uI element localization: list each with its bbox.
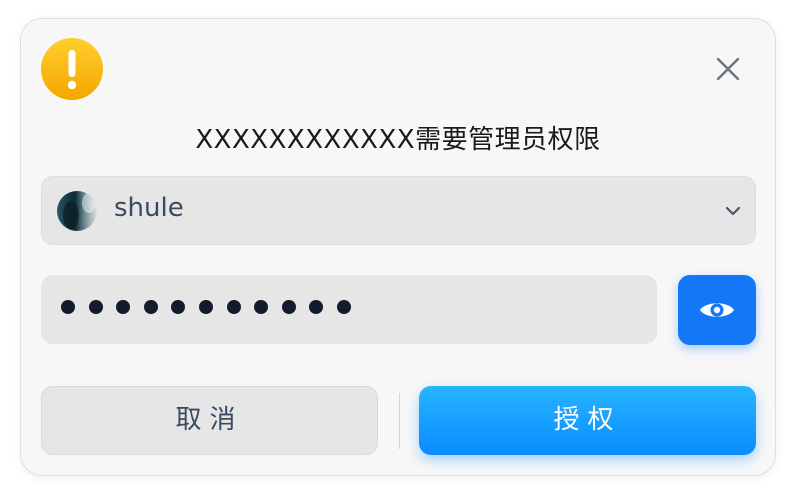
chevron-down-icon xyxy=(725,206,741,216)
auth-dialog: XXXXXXXXXXXX需要管理员权限 shule 取消 授权 xyxy=(20,18,776,476)
eye-icon xyxy=(700,303,734,317)
avatar xyxy=(57,191,97,231)
user-select[interactable]: shule xyxy=(41,176,756,245)
password-mask xyxy=(61,300,351,314)
cancel-button[interactable]: 取消 xyxy=(41,386,378,455)
toggle-password-visibility-button[interactable] xyxy=(678,275,756,345)
dialog-title: XXXXXXXXXXXX需要管理员权限 xyxy=(195,125,601,155)
close-button[interactable] xyxy=(713,54,743,84)
close-icon xyxy=(716,57,740,81)
authorize-button[interactable]: 授权 xyxy=(419,386,756,455)
button-divider xyxy=(399,393,400,449)
password-input[interactable] xyxy=(41,275,657,344)
user-name: shule xyxy=(114,193,184,223)
warning-icon xyxy=(40,37,104,101)
